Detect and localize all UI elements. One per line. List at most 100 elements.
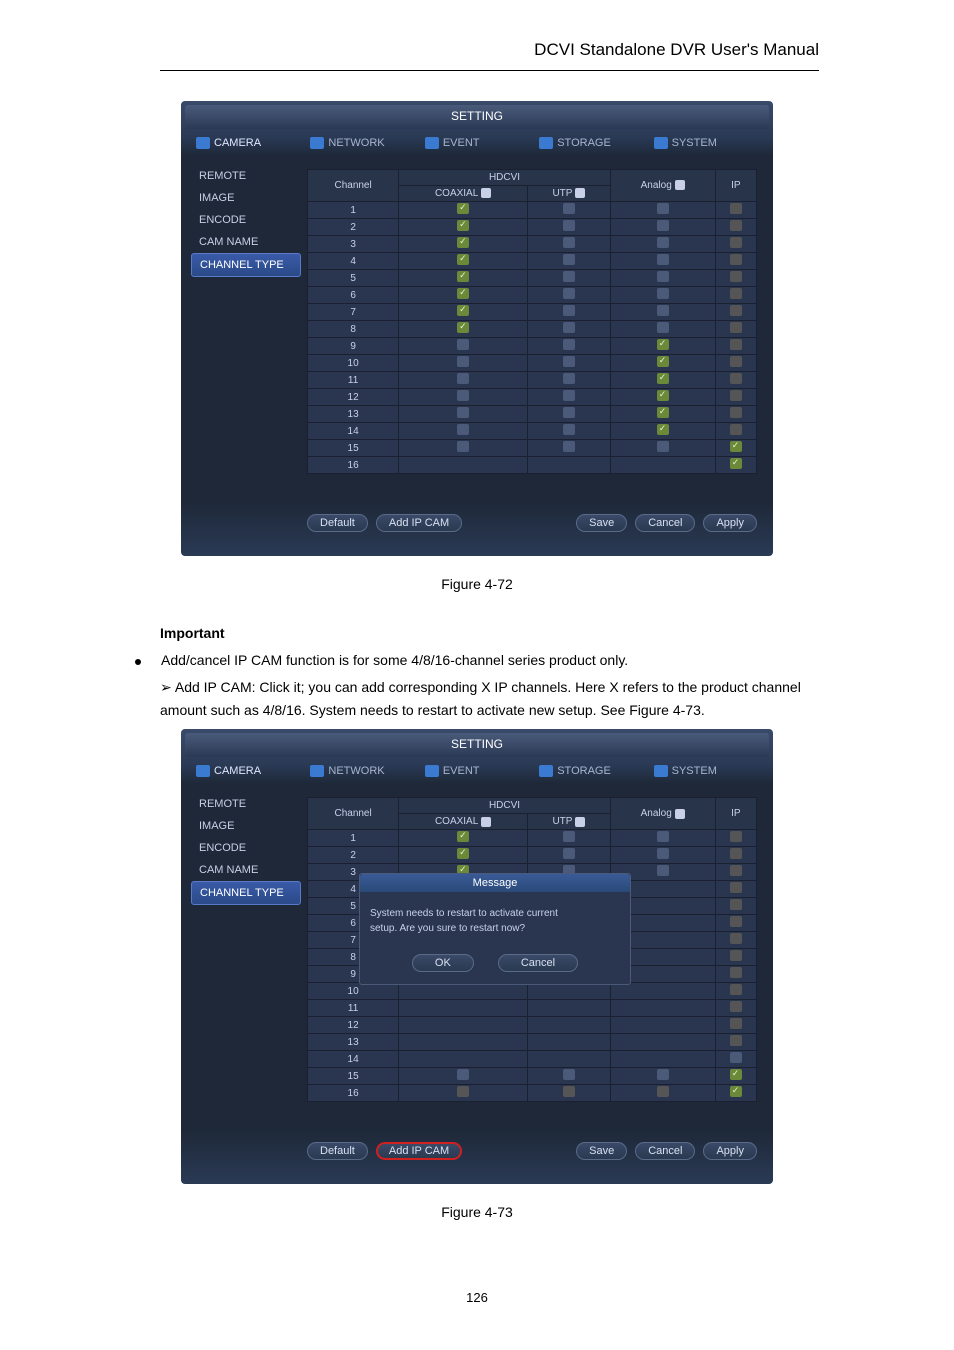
checkbox[interactable] (657, 1069, 669, 1080)
checkbox[interactable] (563, 220, 575, 231)
checkbox[interactable] (563, 1086, 575, 1097)
sidebar-item-remote[interactable]: REMOTE (191, 165, 301, 187)
checkbox[interactable] (457, 322, 469, 333)
checkbox[interactable] (457, 339, 469, 350)
checkbox[interactable] (657, 237, 669, 248)
default-button[interactable]: Default (307, 1142, 368, 1160)
checkbox[interactable] (730, 984, 742, 995)
utp-header-checkbox[interactable] (575, 817, 585, 827)
checkbox[interactable] (563, 339, 575, 350)
tab-event[interactable]: EVENT (420, 132, 534, 154)
checkbox[interactable] (563, 237, 575, 248)
checkbox[interactable] (657, 441, 669, 452)
checkbox[interactable] (730, 203, 742, 214)
checkbox[interactable] (657, 373, 669, 384)
coaxial-header-checkbox[interactable] (481, 817, 491, 827)
checkbox[interactable] (657, 848, 669, 859)
add-ip-cam-button[interactable]: Add IP CAM (376, 514, 462, 532)
checkbox[interactable] (730, 254, 742, 265)
cancel-button[interactable]: Cancel (635, 514, 695, 532)
checkbox[interactable] (730, 899, 742, 910)
sidebar-item-cam-name[interactable]: CAM NAME (191, 231, 301, 253)
sidebar-item-encode[interactable]: ENCODE (191, 837, 301, 859)
checkbox[interactable] (457, 288, 469, 299)
checkbox[interactable] (563, 305, 575, 316)
checkbox[interactable] (657, 390, 669, 401)
checkbox[interactable] (730, 220, 742, 231)
checkbox[interactable] (730, 1069, 742, 1080)
default-button[interactable]: Default (307, 514, 368, 532)
checkbox[interactable] (563, 831, 575, 842)
checkbox[interactable] (657, 407, 669, 418)
checkbox[interactable] (730, 339, 742, 350)
checkbox[interactable] (657, 305, 669, 316)
dialog-cancel-button[interactable]: Cancel (498, 954, 578, 972)
checkbox[interactable] (563, 373, 575, 384)
tab-network[interactable]: NETWORK (305, 132, 419, 154)
checkbox[interactable] (657, 203, 669, 214)
checkbox[interactable] (457, 305, 469, 316)
checkbox[interactable] (730, 390, 742, 401)
checkbox[interactable] (730, 271, 742, 282)
checkbox[interactable] (730, 848, 742, 859)
tab-camera[interactable]: CAMERA (191, 760, 305, 782)
checkbox[interactable] (563, 848, 575, 859)
coaxial-header-checkbox[interactable] (481, 188, 491, 198)
utp-header-checkbox[interactable] (575, 188, 585, 198)
checkbox[interactable] (563, 288, 575, 299)
checkbox[interactable] (457, 407, 469, 418)
save-button[interactable]: Save (576, 1142, 627, 1160)
checkbox[interactable] (657, 271, 669, 282)
checkbox[interactable] (730, 288, 742, 299)
add-ip-cam-button[interactable]: Add IP CAM (376, 1142, 462, 1160)
checkbox[interactable] (457, 441, 469, 452)
checkbox[interactable] (730, 1052, 742, 1063)
checkbox[interactable] (563, 322, 575, 333)
checkbox[interactable] (657, 220, 669, 231)
analog-header-checkbox[interactable] (675, 809, 685, 819)
apply-button[interactable]: Apply (703, 514, 757, 532)
analog-header-checkbox[interactable] (675, 180, 685, 190)
checkbox[interactable] (457, 373, 469, 384)
tab-system[interactable]: SYSTEM (649, 132, 763, 154)
sidebar-item-channel-type[interactable]: CHANNEL TYPE (191, 881, 301, 905)
tab-system[interactable]: SYSTEM (649, 760, 763, 782)
checkbox[interactable] (730, 933, 742, 944)
tab-event[interactable]: EVENT (420, 760, 534, 782)
tab-camera[interactable]: CAMERA (191, 132, 305, 154)
checkbox[interactable] (657, 865, 669, 876)
checkbox[interactable] (457, 220, 469, 231)
checkbox[interactable] (563, 424, 575, 435)
checkbox[interactable] (563, 390, 575, 401)
checkbox[interactable] (657, 356, 669, 367)
checkbox[interactable] (730, 356, 742, 367)
checkbox[interactable] (563, 203, 575, 214)
checkbox[interactable] (730, 322, 742, 333)
checkbox[interactable] (730, 882, 742, 893)
save-button[interactable]: Save (576, 514, 627, 532)
sidebar-item-encode[interactable]: ENCODE (191, 209, 301, 231)
checkbox[interactable] (730, 1035, 742, 1046)
checkbox[interactable] (563, 271, 575, 282)
checkbox[interactable] (730, 237, 742, 248)
checkbox[interactable] (657, 288, 669, 299)
checkbox[interactable] (730, 373, 742, 384)
checkbox[interactable] (730, 916, 742, 927)
checkbox[interactable] (563, 441, 575, 452)
checkbox[interactable] (730, 1001, 742, 1012)
checkbox[interactable] (730, 1018, 742, 1029)
cancel-button[interactable]: Cancel (635, 1142, 695, 1160)
checkbox[interactable] (457, 271, 469, 282)
checkbox[interactable] (563, 356, 575, 367)
checkbox[interactable] (730, 458, 742, 469)
checkbox[interactable] (730, 305, 742, 316)
checkbox[interactable] (730, 441, 742, 452)
checkbox[interactable] (730, 967, 742, 978)
checkbox[interactable] (457, 237, 469, 248)
sidebar-item-cam-name[interactable]: CAM NAME (191, 859, 301, 881)
apply-button[interactable]: Apply (703, 1142, 757, 1160)
sidebar-item-remote[interactable]: REMOTE (191, 793, 301, 815)
checkbox[interactable] (457, 831, 469, 842)
checkbox[interactable] (657, 831, 669, 842)
tab-network[interactable]: NETWORK (305, 760, 419, 782)
